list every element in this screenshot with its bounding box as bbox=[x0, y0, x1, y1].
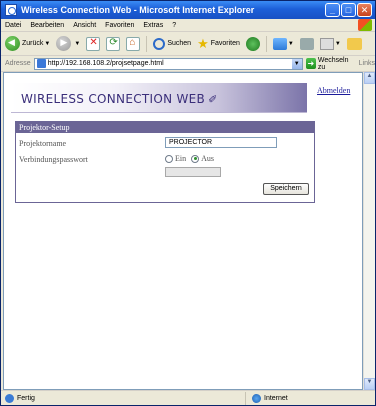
maximize-button[interactable]: □ bbox=[341, 3, 356, 17]
menu-item-extras[interactable]: Extras bbox=[143, 22, 163, 29]
menu-item-ansicht[interactable]: Ansicht bbox=[73, 22, 96, 29]
favorites-button[interactable]: ★ Favoriten bbox=[197, 36, 240, 52]
links-button[interactable]: Links bbox=[359, 60, 375, 67]
home-button[interactable] bbox=[126, 36, 141, 51]
print-icon bbox=[299, 37, 314, 50]
radio-off[interactable] bbox=[191, 154, 200, 163]
menu-item-favoriten[interactable]: Favoriten bbox=[105, 22, 134, 29]
refresh-button[interactable] bbox=[106, 36, 121, 51]
mail-button[interactable]: ▼ bbox=[272, 37, 294, 50]
radio-on-label: Ein bbox=[175, 154, 187, 163]
go-label: Wechseln zu bbox=[317, 56, 349, 71]
forward-arrow-icon bbox=[56, 36, 72, 51]
refresh-icon bbox=[106, 36, 121, 51]
password-radio-group: Ein Aus bbox=[165, 154, 214, 163]
header-banner: WIRELESS CONNECTION WEB ✐ bbox=[11, 83, 307, 113]
print-button[interactable] bbox=[299, 37, 314, 50]
password-input[interactable] bbox=[165, 167, 221, 177]
menu-item-help[interactable]: ? bbox=[172, 22, 176, 29]
address-input[interactable]: http://192.168.108.2/projsetpage.html ▼ bbox=[33, 57, 303, 70]
go-button[interactable]: ➜ Wechseln zu bbox=[305, 56, 355, 71]
radio-on[interactable] bbox=[165, 154, 173, 163]
menu-item-datei[interactable]: Datei bbox=[5, 22, 21, 29]
edit-icon bbox=[319, 37, 334, 50]
scroll-up-icon[interactable]: ▲ bbox=[364, 72, 375, 84]
star-icon: ★ bbox=[197, 35, 209, 51]
folder-icon bbox=[346, 37, 362, 50]
address-bar: Adresse http://192.168.108.2/projsetpage… bbox=[1, 56, 375, 72]
search-label: Suchen bbox=[167, 40, 192, 47]
folder-button[interactable] bbox=[346, 37, 362, 50]
page-status-icon bbox=[5, 393, 14, 403]
resize-grip[interactable] bbox=[365, 392, 375, 405]
menu-item-bearbeiten[interactable]: Bearbeiten bbox=[30, 22, 64, 29]
toolbar-separator bbox=[265, 35, 267, 52]
history-button[interactable] bbox=[245, 36, 260, 51]
password-label: Verbindungspasswort bbox=[19, 155, 88, 164]
window-title: Wireless Connection Web - Microsoft Inte… bbox=[21, 5, 255, 15]
panel-title: Projektor-Setup bbox=[16, 122, 314, 133]
chevron-down-icon: ▼ bbox=[44, 40, 51, 47]
zone-text: Internet bbox=[264, 394, 288, 402]
wrench-icon: ✐ bbox=[208, 93, 218, 106]
forward-button[interactable]: ▼ bbox=[56, 36, 80, 51]
windows-logo-icon bbox=[358, 19, 372, 31]
history-icon bbox=[245, 36, 260, 51]
back-arrow-icon bbox=[5, 36, 20, 51]
projector-setup-panel: Projektor-Setup Projektorname PROJECTOR … bbox=[15, 121, 315, 203]
title-bar[interactable]: Wireless Connection Web - Microsoft Inte… bbox=[1, 1, 375, 19]
brand-text: WIRELESS CONNECTION WEB bbox=[21, 92, 206, 106]
go-arrow-icon: ➜ bbox=[305, 58, 316, 69]
address-dropdown-icon[interactable]: ▼ bbox=[291, 58, 302, 69]
edit-button[interactable]: ▼ bbox=[319, 37, 341, 50]
radio-off-label: Aus bbox=[201, 154, 214, 163]
globe-icon bbox=[252, 393, 261, 403]
address-label: Adresse bbox=[5, 60, 31, 67]
logout-link[interactable]: Abmelden bbox=[317, 86, 350, 95]
page-viewport: WIRELESS CONNECTION WEB ✐ Abmelden Projek… bbox=[3, 72, 363, 390]
page-icon bbox=[36, 59, 46, 68]
status-bar: Fertig Internet bbox=[1, 390, 375, 405]
vertical-scrollbar[interactable]: ▲ ▼ bbox=[363, 72, 375, 390]
favorites-label: Favoriten bbox=[210, 40, 240, 47]
status-text: Fertig bbox=[17, 394, 35, 402]
status-left: Fertig bbox=[1, 393, 245, 403]
ie-app-icon[interactable] bbox=[5, 4, 17, 16]
back-label: Zurück bbox=[22, 40, 44, 47]
stop-icon bbox=[86, 36, 101, 51]
address-url: http://192.168.108.2/projsetpage.html bbox=[47, 60, 164, 67]
projector-name-label: Projektorname bbox=[19, 139, 67, 148]
stop-button[interactable] bbox=[86, 36, 101, 51]
chevron-down-icon: ▼ bbox=[74, 40, 81, 47]
save-button[interactable]: Speichern bbox=[263, 183, 309, 195]
search-icon bbox=[153, 37, 166, 50]
close-button[interactable]: ✕ bbox=[357, 3, 372, 17]
home-icon bbox=[126, 36, 141, 51]
chevron-down-icon: ▼ bbox=[334, 40, 341, 47]
menu-bar: Datei Bearbeiten Ansicht Favoriten Extra… bbox=[1, 19, 375, 32]
mail-icon bbox=[272, 37, 287, 50]
scroll-down-icon[interactable]: ▼ bbox=[364, 378, 375, 390]
projector-name-input[interactable]: PROJECTOR bbox=[165, 137, 277, 148]
minimize-button[interactable]: _ bbox=[325, 3, 340, 17]
search-button[interactable]: Suchen bbox=[153, 37, 192, 50]
security-zone: Internet bbox=[245, 391, 365, 405]
brand-logo: WIRELESS CONNECTION WEB ✐ bbox=[21, 92, 218, 106]
back-button[interactable]: Zurück ▼ bbox=[5, 36, 50, 51]
toolbar: Zurück ▼ ▼ Suchen ★ Favoriten ▼ ▼ bbox=[1, 32, 375, 56]
toolbar-separator bbox=[146, 35, 148, 52]
browser-window: Wireless Connection Web - Microsoft Inte… bbox=[0, 0, 376, 406]
chevron-down-icon: ▼ bbox=[287, 40, 294, 47]
